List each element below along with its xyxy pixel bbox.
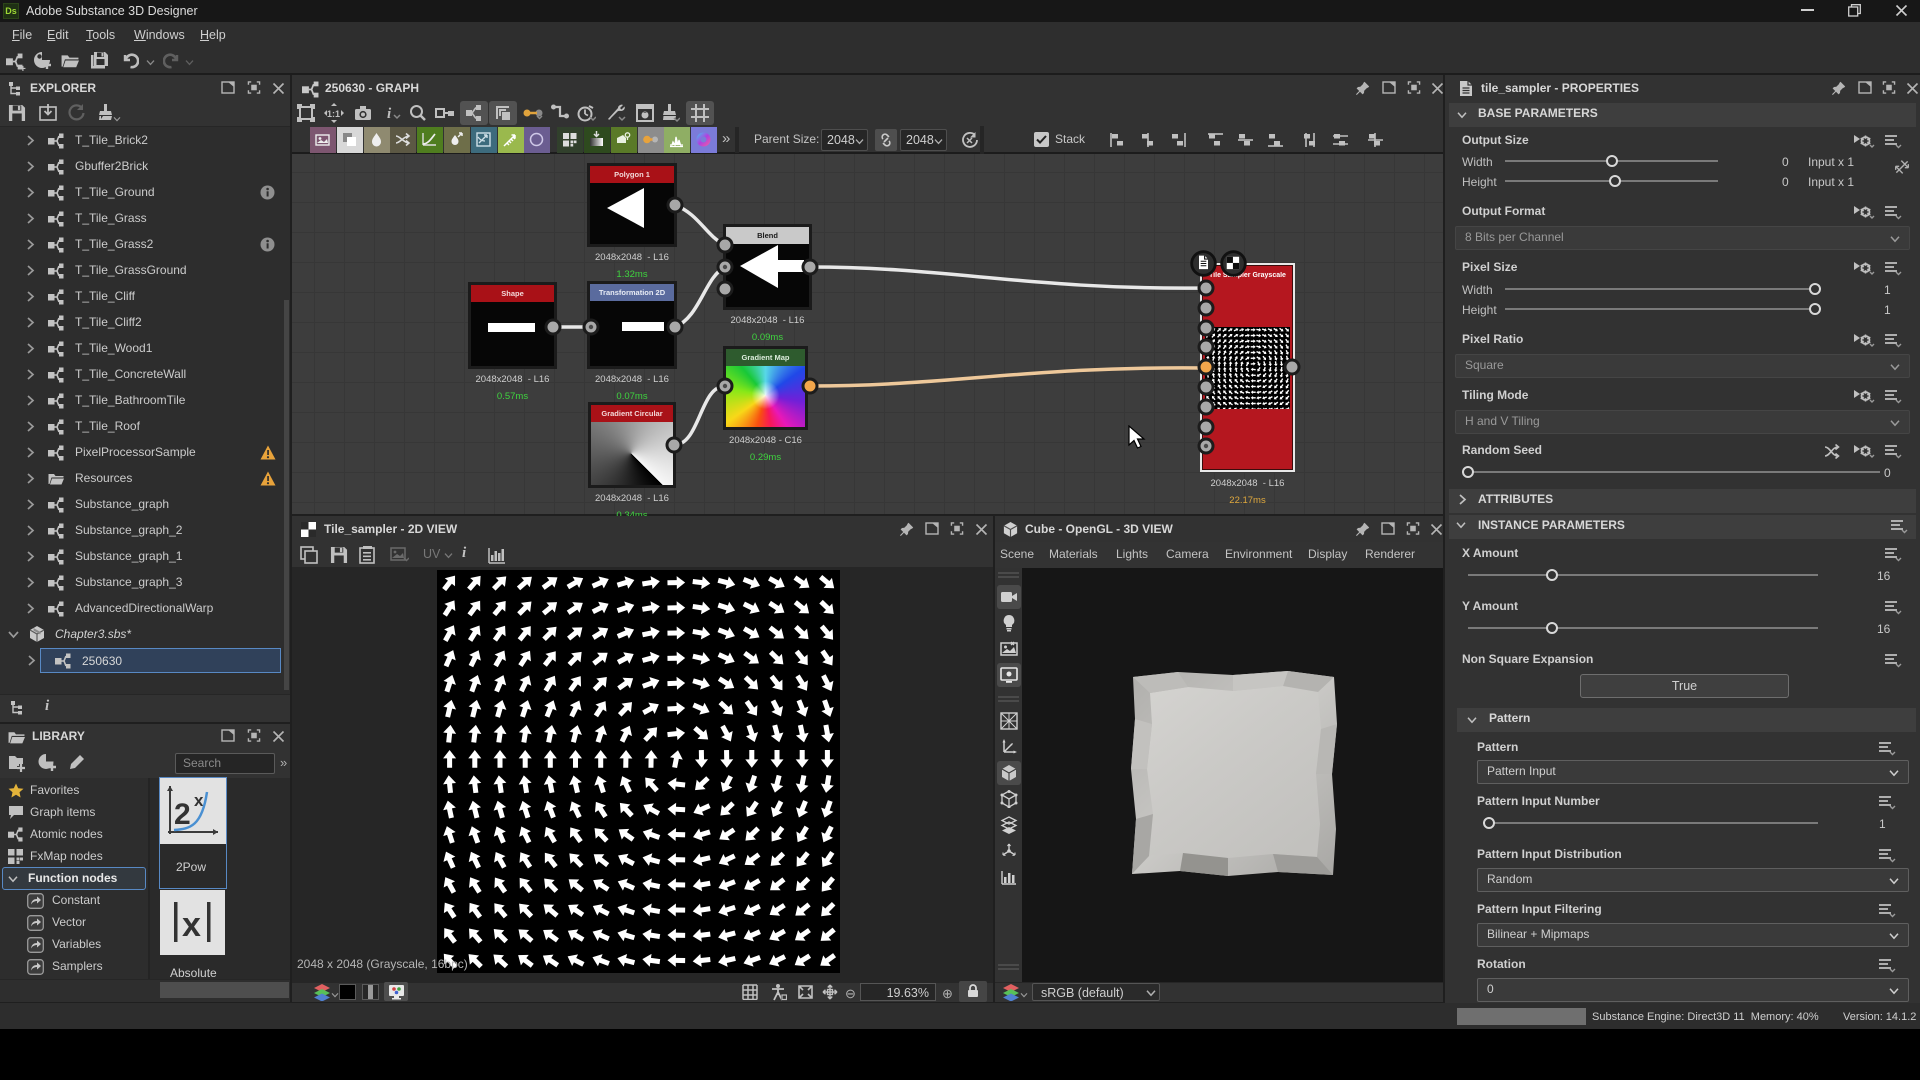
svg-text:1:1: 1:1 [327, 109, 340, 119]
svg-text:i: i [387, 106, 392, 122]
svg-text:x: x [182, 906, 201, 944]
